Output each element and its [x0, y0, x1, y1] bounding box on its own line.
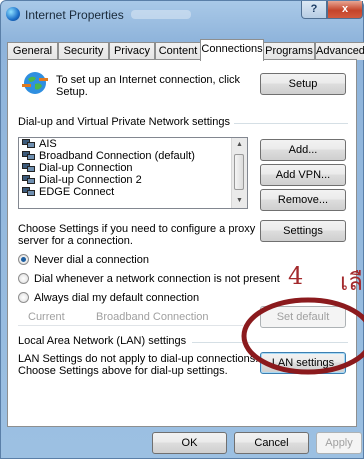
radio-button[interactable]: [18, 292, 29, 303]
tab-strip: General Security Privacy Content Connect…: [7, 39, 364, 61]
setup-description: To set up an Internet connection, click …: [56, 74, 241, 98]
settings-button[interactable]: Settings: [260, 220, 346, 242]
tab-programs[interactable]: Programs: [263, 42, 315, 60]
current-underline: [18, 325, 243, 326]
current-connection-value: Broadband Connection: [96, 311, 209, 323]
window-title: Internet Properties: [25, 8, 124, 22]
dialup-connection-icon: [22, 187, 36, 197]
internet-globe-icon: [6, 7, 20, 21]
list-item[interactable]: AIS: [19, 138, 247, 150]
connections-listbox[interactable]: AIS Broadband Connection (default) Dial-…: [18, 137, 248, 209]
tab-content[interactable]: Content: [155, 42, 201, 60]
lan-section-title: Local Area Network (LAN) settings: [18, 335, 187, 347]
close-button[interactable]: x: [327, 1, 363, 19]
list-item[interactable]: Dial-up Connection: [19, 162, 247, 174]
annotation-step-number: 4: [288, 262, 304, 290]
remove-button[interactable]: Remove...: [260, 189, 346, 211]
dialup-connection-icon: [22, 139, 36, 149]
add-button[interactable]: Add...: [260, 139, 346, 161]
lan-description: LAN Settings do not apply to dial-up con…: [18, 353, 259, 377]
tab-privacy[interactable]: Privacy: [109, 42, 155, 60]
section-divider: [234, 123, 348, 124]
add-vpn-button[interactable]: Add VPN...: [260, 164, 346, 186]
annotation-ellipse: [241, 297, 364, 375]
tab-connections[interactable]: Connections: [200, 39, 264, 61]
listbox-scrollbar[interactable]: ▲ ▼: [231, 138, 247, 208]
dialup-connection-icon: [22, 163, 36, 173]
list-item[interactable]: Dial-up Connection 2: [19, 174, 247, 186]
radio-button[interactable]: [18, 273, 29, 284]
list-item[interactable]: Broadband Connection (default): [19, 150, 247, 162]
cancel-button[interactable]: Cancel: [234, 432, 309, 454]
dialup-connection-icon: [22, 175, 36, 185]
setup-button[interactable]: Setup: [260, 73, 346, 95]
title-bar[interactable]: Internet Properties ? x: [1, 1, 363, 27]
tab-security[interactable]: Security: [58, 42, 109, 60]
proxy-description: Choose Settings if you need to configure…: [18, 223, 256, 247]
ok-button[interactable]: OK: [152, 432, 227, 454]
tab-general[interactable]: General: [7, 42, 58, 60]
network-globe-icon: [22, 72, 48, 94]
title-blur-overlay: [131, 10, 191, 19]
list-item[interactable]: EDGE Connect: [19, 186, 247, 198]
scroll-up-arrow-icon[interactable]: ▲: [232, 138, 247, 152]
dialup-section-title: Dial-up and Virtual Private Network sett…: [18, 116, 230, 128]
scrollbar-thumb[interactable]: [234, 154, 244, 190]
apply-button[interactable]: Apply: [316, 432, 362, 454]
help-button[interactable]: ?: [301, 1, 327, 19]
dialup-connection-icon: [22, 151, 36, 161]
tab-advanced[interactable]: Advanced: [315, 42, 364, 60]
internet-properties-window: Internet Properties ? x General Security…: [0, 0, 364, 459]
scroll-down-arrow-icon[interactable]: ▼: [232, 194, 247, 208]
current-label: Current: [28, 311, 65, 323]
list-item-partial[interactable]: [19, 198, 247, 204]
radio-button-checked[interactable]: [18, 254, 29, 265]
